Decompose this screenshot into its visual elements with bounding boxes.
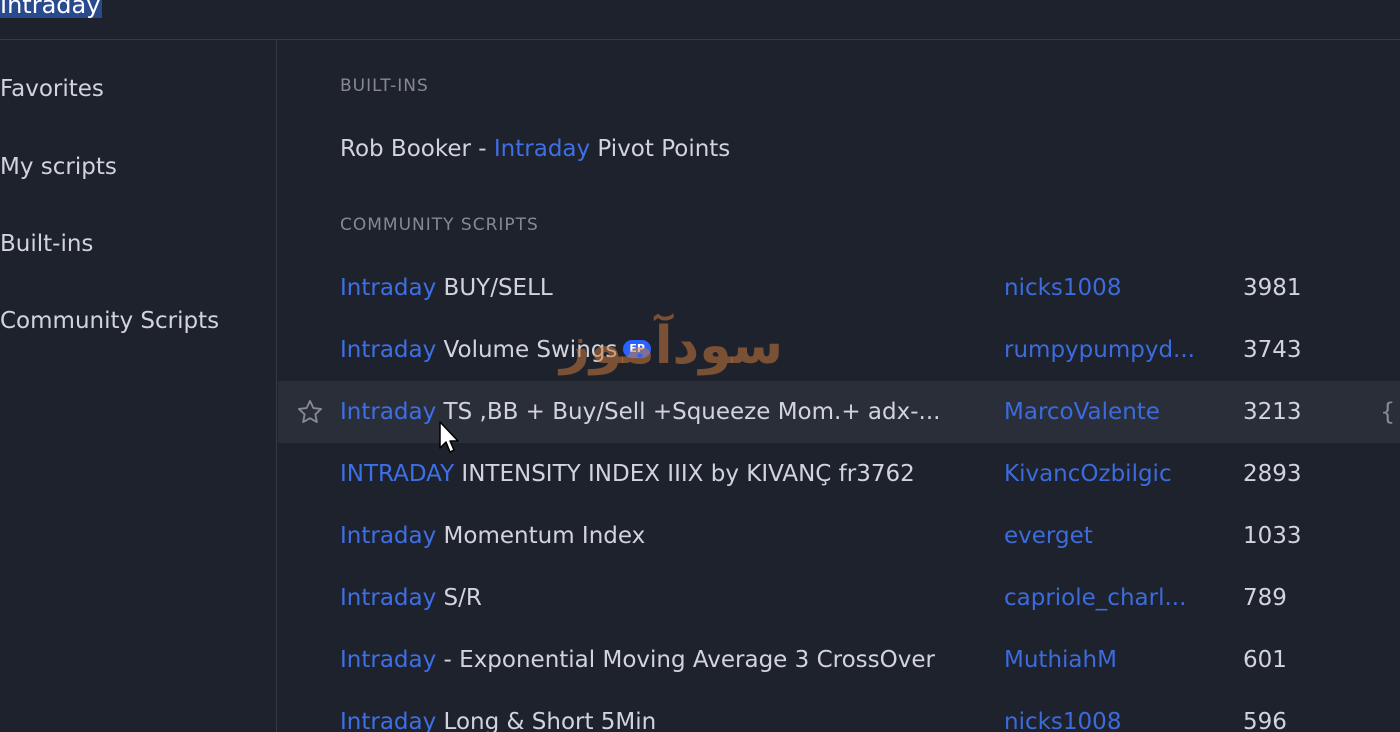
- title-highlight: Intraday: [340, 709, 437, 732]
- star-outline-icon[interactable]: [296, 398, 324, 426]
- author-link[interactable]: nicks1008: [1004, 257, 1121, 319]
- author-link[interactable]: rumpypumpyd...: [1004, 319, 1195, 381]
- sidebar-item-built-ins[interactable]: Built-ins: [0, 231, 93, 257]
- sidebar-item-community-scripts[interactable]: Community Scripts: [0, 308, 219, 334]
- list-item[interactable]: Intraday - Exponential Moving Average 3 …: [278, 629, 1400, 691]
- likes-count: 3981: [1243, 275, 1302, 301]
- script-title: Intraday Long & Short 5Min: [340, 691, 656, 732]
- title-highlight: Intraday: [340, 647, 437, 673]
- list-item[interactable]: Intraday Volume Swings EP rumpypumpyd... …: [278, 319, 1400, 381]
- author-link[interactable]: KivancOzbilgic: [1004, 443, 1172, 505]
- list-item[interactable]: Intraday Momentum Index everget 1033: [278, 505, 1400, 567]
- author-link[interactable]: nicks1008: [1004, 691, 1121, 732]
- title-highlight: Intraday: [493, 136, 591, 162]
- likes-count: 3743: [1243, 337, 1302, 363]
- likes-count: 3213: [1243, 399, 1302, 425]
- sidebar-item-favorites[interactable]: Favorites: [0, 76, 104, 102]
- title-suffix: Momentum Index: [436, 523, 646, 549]
- author-link[interactable]: everget: [1004, 505, 1093, 567]
- script-title: Intraday TS ,BB + Buy/Sell +Squeeze Mom.…: [340, 381, 940, 443]
- results-panel: BUILT-INS Rob Booker - Intraday Pivot Po…: [278, 40, 1400, 732]
- script-title: Intraday - Exponential Moving Average 3 …: [340, 629, 935, 691]
- likes-count: 2893: [1243, 461, 1302, 487]
- title-suffix: TS ,BB + Buy/Sell +Squeeze Mom.+ adx-...: [436, 399, 941, 425]
- title-suffix: Long & Short 5Min: [436, 709, 657, 732]
- script-title: Rob Booker - Intraday Pivot Points: [340, 118, 730, 180]
- list-item[interactable]: Intraday Long & Short 5Min nicks1008 596: [278, 691, 1400, 732]
- title-highlight: Intraday: [340, 523, 437, 549]
- likes-count: 601: [1243, 647, 1287, 673]
- title-prefix: Rob Booker -: [340, 136, 494, 162]
- list-item[interactable]: Intraday S/R capriole_charl... 789: [278, 567, 1400, 629]
- curly-brace-icon[interactable]: {: [1380, 381, 1395, 443]
- mouse-pointer-icon: [439, 421, 459, 453]
- title-highlight: Intraday: [340, 399, 437, 425]
- list-item[interactable]: Intraday BUY/SELL nicks1008 3981: [278, 257, 1400, 319]
- author-link[interactable]: MarcoValente: [1004, 381, 1160, 443]
- list-item[interactable]: Rob Booker - Intraday Pivot Points: [278, 118, 1400, 180]
- likes-count: 596: [1243, 709, 1287, 732]
- sidebar-item-my-scripts[interactable]: My scripts: [0, 154, 117, 180]
- author-link[interactable]: MuthiahM: [1004, 629, 1117, 691]
- script-title: INTRADAY INTENSITY INDEX IIIX by KIVANÇ …: [340, 443, 915, 505]
- sidebar: Favorites My scripts Built-ins Community…: [0, 40, 277, 732]
- title-suffix: Pivot Points: [590, 136, 731, 162]
- title-highlight: Intraday: [340, 275, 437, 301]
- script-title: Intraday BUY/SELL: [340, 257, 553, 319]
- author-link[interactable]: capriole_charl...: [1004, 567, 1186, 629]
- section-header-built-ins: BUILT-INS: [340, 76, 429, 96]
- title-suffix: - Exponential Moving Average 3 CrossOver: [436, 647, 935, 673]
- title-highlight: INTRADAY: [340, 461, 455, 487]
- script-title: Intraday Momentum Index: [340, 505, 645, 567]
- title-suffix: Volume Swings: [436, 337, 618, 363]
- likes-count: 1033: [1243, 523, 1302, 549]
- search-input-value[interactable]: Intraday: [0, 0, 103, 18]
- section-header-community-scripts: COMMUNITY SCRIPTS: [340, 215, 539, 235]
- title-highlight: Intraday: [340, 585, 437, 611]
- ep-badge: EP: [623, 339, 651, 358]
- title-suffix: INTENSITY INDEX IIIX by KIVANÇ fr3762: [454, 461, 915, 487]
- title-suffix: BUY/SELL: [436, 275, 553, 301]
- likes-count: 789: [1243, 585, 1287, 611]
- script-title: Intraday Volume Swings EP: [340, 319, 651, 381]
- search-bar[interactable]: Intraday: [0, 0, 1400, 40]
- title-highlight: Intraday: [340, 337, 437, 363]
- title-suffix: S/R: [436, 585, 482, 611]
- script-title: Intraday S/R: [340, 567, 482, 629]
